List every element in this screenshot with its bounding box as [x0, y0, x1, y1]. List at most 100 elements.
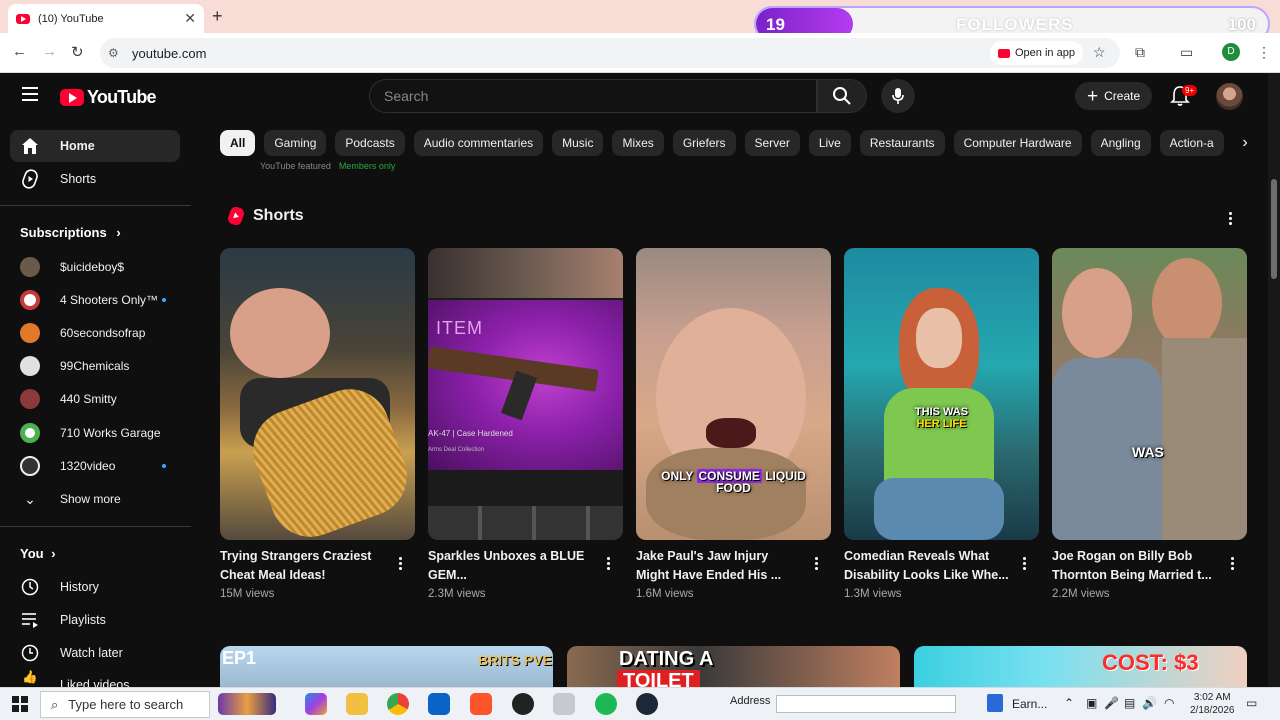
outlook-icon[interactable] [428, 693, 450, 715]
create-button[interactable]: + Create [1075, 82, 1153, 110]
chip-gaming[interactable]: Gaming [264, 130, 327, 156]
short-card[interactable]: THIS WAS HER LIFE Comedian Reveals What Di… [844, 248, 1039, 600]
chip-all[interactable]: All [220, 130, 256, 156]
chip-restaurants[interactable]: Restaurants [859, 130, 945, 156]
subscription-item[interactable]: 60secondsofrap [10, 317, 180, 349]
short-title[interactable]: Trying Strangers Craziest Cheat Meal Idea… [220, 547, 390, 585]
video-thumbnail[interactable]: COST: $3 [914, 646, 1247, 688]
chrome-icon[interactable] [387, 693, 409, 715]
tray-app2-icon[interactable]: ▤ [1124, 696, 1135, 710]
short-card[interactable]: Trying Strangers Craziest Cheat Meal Idea… [220, 248, 415, 600]
short-title[interactable]: Sparkles Unboxes a BLUE GEM... [428, 547, 598, 585]
short-thumbnail[interactable]: ONLY CONSUME LIQUID FOOD [636, 248, 831, 540]
bookmark-star-icon[interactable]: ☆ [1093, 44, 1106, 61]
windows-start-icon[interactable] [12, 696, 28, 717]
chip-music[interactable]: Music [552, 130, 604, 156]
short-title[interactable]: Comedian Reveals What Disability Looks Li… [844, 547, 1014, 585]
chip-audio-commentaries[interactable]: Audio commentaries [413, 130, 544, 156]
page-scrollbar[interactable] [1268, 73, 1280, 687]
chip-mixes[interactable]: Mixes [612, 130, 664, 156]
chip-server[interactable]: Server [744, 130, 800, 156]
youtube-logo[interactable]: YouTube [60, 87, 157, 108]
short-card[interactable]: ONLY CONSUME LIQUID FOOD Jake Paul's Jaw … [636, 248, 831, 600]
extensions-icon[interactable]: ⧉ [1135, 44, 1145, 61]
browser-tab-youtube[interactable]: (10) YouTube ✕ [8, 4, 204, 33]
forward-arrow-icon[interactable]: → [42, 43, 57, 60]
video-thumbnail[interactable]: EP1 BRITS PVE [220, 646, 553, 688]
wifi-icon[interactable]: ◠ [1164, 696, 1174, 710]
tray-chevron-up-icon[interactable]: ⌃ [1064, 696, 1074, 710]
subscription-item[interactable]: 440 Smitty [10, 383, 180, 415]
subscription-item[interactable]: 4 Shooters Only™ [10, 284, 180, 316]
browser-menu-icon[interactable]: ⋮ [1257, 44, 1271, 61]
subscriptions-heading[interactable]: Subscriptions › [20, 225, 121, 240]
app-window-icon[interactable] [553, 693, 575, 715]
tray-mic-icon[interactable]: 🎤 [1104, 696, 1119, 710]
news-widget-icon[interactable] [218, 693, 276, 715]
search-input[interactable] [384, 88, 816, 104]
volume-icon[interactable]: 🔊 [1142, 696, 1157, 710]
subscription-item[interactable]: 1320video [10, 450, 180, 482]
short-more-options-icon[interactable] [601, 553, 615, 573]
copilot-icon[interactable] [305, 693, 327, 715]
chip-computer-hardware[interactable]: Computer Hardware [953, 130, 1082, 156]
short-title[interactable]: Jake Paul's Jaw Injury Might Have Ended H… [636, 547, 806, 585]
new-tab-button[interactable]: + [212, 6, 223, 27]
short-card[interactable]: ITEM AK-47 | Case Hardened Arms Deal Col… [428, 248, 623, 600]
sidebar-item-shorts[interactable]: Shorts [10, 163, 180, 195]
short-thumbnail[interactable]: ITEM AK-47 | Case Hardened Arms Deal Col… [428, 248, 623, 540]
tray-app-icon[interactable]: ▣ [1086, 696, 1097, 710]
tab-close-icon[interactable]: ✕ [184, 10, 196, 27]
taskbar-search-box[interactable]: ⌕ Type here to search [40, 691, 210, 718]
sidebar-item-history[interactable]: History [10, 571, 180, 603]
sidebar-item-liked-videos[interactable]: 👍 Liked videos [10, 670, 180, 687]
file-explorer-icon[interactable] [346, 693, 368, 715]
notification-center-icon[interactable]: ▭ [1246, 696, 1257, 710]
short-title[interactable]: Joe Rogan on Billy Bob Thornton Being Mar… [1052, 547, 1222, 585]
short-thumbnail[interactable]: WAS [1052, 248, 1247, 540]
scrollbar-thumb[interactable] [1271, 179, 1277, 279]
spotify-icon[interactable] [595, 693, 617, 715]
short-more-options-icon[interactable] [393, 553, 407, 573]
voice-search-button[interactable] [881, 79, 915, 113]
short-more-options-icon[interactable] [1017, 553, 1031, 573]
menu-icon[interactable] [22, 87, 38, 105]
earn-app-icon[interactable] [987, 694, 1003, 712]
subscription-item[interactable]: 710 Works Garage [10, 417, 180, 449]
sidebar-item-home[interactable]: Home [10, 130, 180, 162]
short-card[interactable]: WAS Joe Rogan on Billy Bob Thornton Being… [1052, 248, 1247, 600]
sidebar-item-watch-later[interactable]: Watch later [10, 637, 180, 669]
video-thumbnail[interactable]: DATING A TOILET [567, 646, 900, 688]
back-arrow-icon[interactable]: ← [12, 43, 27, 60]
account-avatar[interactable] [1216, 83, 1243, 110]
browser-profile-avatar[interactable]: D [1222, 43, 1240, 61]
search-field[interactable] [369, 79, 817, 113]
chip-live[interactable]: Live [808, 130, 851, 156]
sidebar-item-playlists[interactable]: Playlists [10, 604, 180, 636]
chips-next-chevron-icon[interactable]: › [1232, 130, 1258, 156]
chip-griefers[interactable]: Griefers [672, 130, 736, 156]
short-more-options-icon[interactable] [809, 553, 823, 573]
shelf-more-options-icon[interactable] [1223, 208, 1237, 228]
reload-icon[interactable]: ↻ [71, 43, 84, 61]
cast-icon[interactable]: ▭ [1180, 44, 1193, 61]
subscription-item[interactable]: 99Chemicals [10, 350, 180, 382]
short-thumbnail[interactable]: THIS WAS HER LIFE [844, 248, 1039, 540]
chip-action[interactable]: Action-a [1159, 130, 1224, 156]
open-in-app-button[interactable]: Open in app [990, 41, 1083, 65]
site-info-icon[interactable]: ⚙ [108, 46, 124, 60]
subscription-item[interactable]: $uicideboy$ [10, 251, 180, 283]
address-bar[interactable]: ⚙ youtube.com [100, 38, 1120, 68]
chip-angling[interactable]: Angling [1090, 130, 1151, 156]
steam-icon[interactable] [636, 693, 658, 715]
you-heading[interactable]: You › [20, 546, 56, 561]
brave-icon[interactable] [470, 693, 492, 715]
address-toolbar-input[interactable] [776, 695, 956, 713]
show-more-button[interactable]: ⌄ Show more [10, 483, 180, 515]
obs-icon[interactable] [512, 693, 534, 715]
short-more-options-icon[interactable] [1225, 553, 1239, 573]
search-button[interactable] [817, 79, 867, 113]
taskbar-clock[interactable]: 3:02 AM 2/18/2026 [1190, 691, 1235, 717]
chip-podcasts[interactable]: Podcasts [335, 130, 405, 156]
earn-app-label[interactable]: Earn... [1012, 697, 1047, 711]
